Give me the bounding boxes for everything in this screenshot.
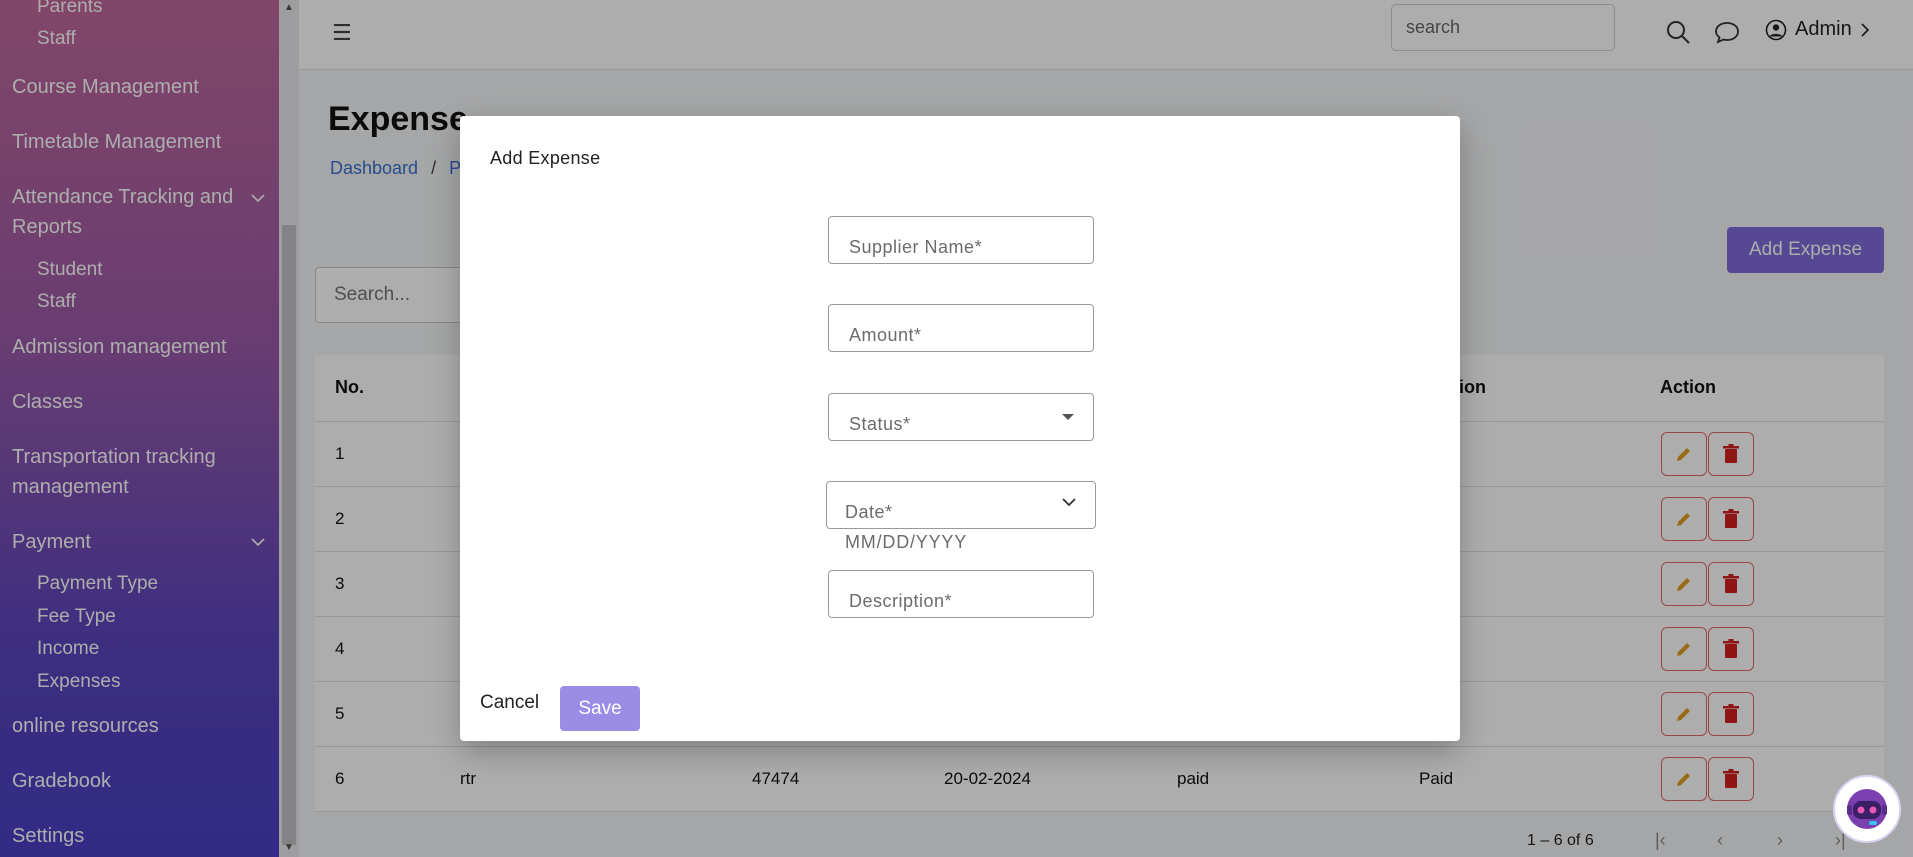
date-label: Date* (845, 502, 893, 522)
chatbot-button[interactable] (1833, 775, 1901, 843)
amount-label: Amount* (849, 325, 922, 345)
supplier-name-field[interactable]: Supplier Name* (828, 216, 1094, 264)
amount-field[interactable]: Amount* (828, 304, 1094, 352)
robot-icon (1847, 789, 1887, 829)
dropdown-arrow-icon[interactable] (1061, 412, 1075, 422)
cancel-button[interactable]: Cancel (480, 686, 539, 720)
supplier-name-label: Supplier Name* (849, 237, 983, 257)
description-label: Description* (849, 591, 953, 611)
status-select[interactable]: Status* (828, 393, 1094, 441)
chevron-down-icon[interactable] (1061, 496, 1077, 508)
save-button[interactable]: Save (560, 686, 640, 731)
add-expense-dialog: Add Expense Supplier Name* Amount* Statu… (460, 116, 1460, 741)
description-field[interactable]: Description* (828, 570, 1094, 618)
date-field[interactable]: Date* (826, 481, 1096, 529)
status-label: Status* (849, 414, 911, 434)
date-format-hint: MM/DD/YYYY (845, 532, 968, 552)
dialog-title: Add Expense (490, 148, 601, 168)
